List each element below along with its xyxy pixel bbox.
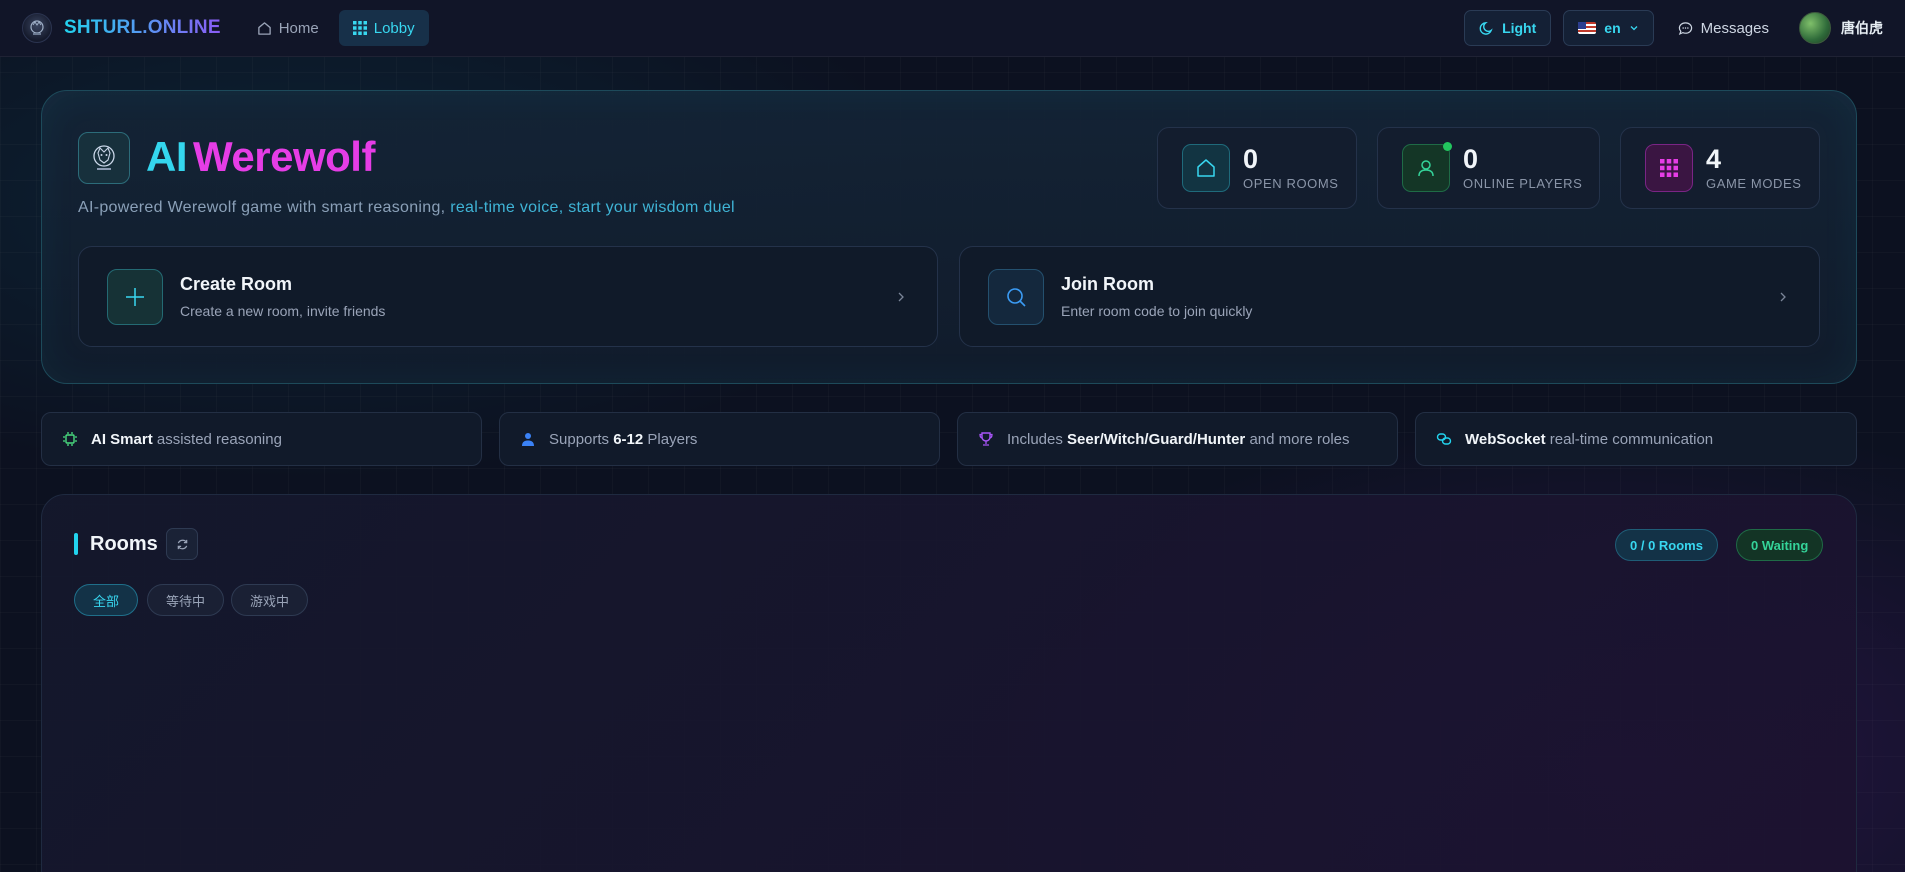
feature-strong: Seer/Witch/Guard/Hunter — [1067, 430, 1246, 448]
messages-button[interactable]: Messages — [1666, 20, 1781, 37]
refresh-button[interactable] — [166, 528, 198, 560]
chevron-right-icon — [1780, 292, 1786, 302]
chevron-down-icon — [1630, 26, 1638, 31]
nav-home-label: Home — [278, 19, 319, 37]
us-flag-icon — [1578, 22, 1597, 34]
subtitle-part-2: real-time voice, start your wisdom duel — [450, 199, 735, 216]
language-select[interactable]: en — [1563, 10, 1654, 46]
feature-strong: WebSocket — [1465, 430, 1546, 448]
site-logo[interactable] — [22, 13, 52, 43]
online-indicator — [1443, 142, 1452, 151]
room-count-badge: 0 / 0 Rooms — [1615, 529, 1718, 561]
username: 唐伯虎 — [1841, 20, 1883, 36]
user-icon — [1418, 160, 1434, 177]
game-logo — [78, 132, 130, 184]
rooms-panel: Rooms 0 / 0 Rooms 0 Waiting 全部 等待中 游戏中 — [41, 494, 1857, 872]
nav-lobby[interactable]: Lobby — [338, 10, 429, 46]
grid-icon — [352, 21, 367, 35]
feature-ai-smart: AI Smart assisted reasoning — [41, 412, 482, 466]
stat-label: GAME MODES — [1706, 176, 1802, 191]
cpu-icon — [63, 432, 77, 446]
rooms-title: Rooms — [90, 533, 158, 555]
create-room-title: Create Room — [180, 274, 293, 294]
hero-subtitle: AI-powered Werewolf game with smart reas… — [78, 199, 735, 217]
feature-players: Supports 6-12 Players — [499, 412, 940, 466]
title-werewolf: Werewolf — [193, 133, 375, 180]
chevron-right-icon — [898, 292, 904, 302]
stat-value: 0 — [1463, 144, 1479, 174]
feature-strong: 6-12 — [613, 430, 644, 448]
stat-value: 4 — [1706, 144, 1722, 174]
section-accent-bar — [74, 533, 78, 555]
feature-text: real-time communication — [1545, 430, 1714, 448]
feature-websocket: WebSocket real-time communication — [1415, 412, 1857, 466]
wolf-emblem-icon — [93, 145, 115, 170]
filter-all[interactable]: 全部 — [74, 584, 139, 616]
create-room-button[interactable]: Create Room Create a new room, invite fr… — [78, 246, 938, 347]
stat-game-modes: 4 GAME MODES — [1620, 127, 1820, 209]
messages-label: Messages — [1700, 19, 1769, 37]
plus-icon — [126, 287, 144, 306]
join-room-desc: Enter room code to join quickly — [1061, 303, 1253, 319]
nav-lobby-label: Lobby — [373, 19, 415, 37]
link-icon — [1436, 433, 1452, 445]
home-icon — [257, 21, 271, 35]
refresh-icon — [177, 539, 187, 549]
theme-toggle-label: Light — [1502, 20, 1537, 36]
subtitle-part-1: AI-powered Werewolf game with smart reas… — [78, 199, 451, 216]
moon-icon — [1479, 21, 1493, 35]
waiting-count-badge: 0 Waiting — [1736, 529, 1824, 561]
top-navbar: SHTURL.ONLINE Home Lobby Light en Messag… — [0, 0, 1905, 57]
feature-text: Supports — [549, 430, 614, 448]
brand-name[interactable]: SHTURL.ONLINE — [64, 17, 221, 39]
user-icon — [522, 433, 534, 446]
page-title: AI Werewolf — [146, 133, 375, 181]
stat-online-players: 0 ONLINE PLAYERS — [1377, 127, 1600, 209]
stat-value: 0 — [1243, 144, 1259, 174]
search-icon — [1007, 287, 1026, 307]
filter-waiting[interactable]: 等待中 — [147, 584, 225, 616]
stat-open-rooms: 0 OPEN ROOMS — [1157, 127, 1357, 209]
trophy-icon — [979, 432, 993, 446]
wolf-logo-icon — [30, 20, 44, 35]
nav-home[interactable]: Home — [243, 10, 333, 46]
create-room-desc: Create a new room, invite friends — [180, 303, 386, 319]
join-room-button[interactable]: Join Room Enter room code to join quickl… — [959, 246, 1820, 347]
avatar — [1799, 12, 1831, 44]
feature-text: Includes — [1007, 430, 1068, 448]
home-icon — [1197, 159, 1215, 177]
hero-card: AI Werewolf AI-powered Werewolf game with… — [41, 90, 1857, 384]
theme-toggle-button[interactable]: Light — [1464, 10, 1552, 46]
chat-bubble-icon — [1678, 21, 1692, 35]
stat-label: ONLINE PLAYERS — [1463, 176, 1583, 191]
feature-text: and more roles — [1245, 430, 1350, 448]
feature-text: Players — [643, 430, 698, 448]
grid-icon — [1660, 159, 1678, 177]
feature-roles: Includes Seer/Witch/Guard/Hunter and mor… — [957, 412, 1398, 466]
feature-text: assisted reasoning — [152, 430, 282, 448]
title-ai: AI — [146, 133, 188, 180]
user-menu[interactable]: 唐伯虎 — [1799, 12, 1883, 44]
filter-playing[interactable]: 游戏中 — [231, 584, 309, 616]
stat-label: OPEN ROOMS — [1243, 176, 1339, 191]
language-label: en — [1604, 20, 1621, 36]
join-room-title: Join Room — [1061, 274, 1154, 294]
feature-strong: AI Smart — [91, 430, 153, 448]
